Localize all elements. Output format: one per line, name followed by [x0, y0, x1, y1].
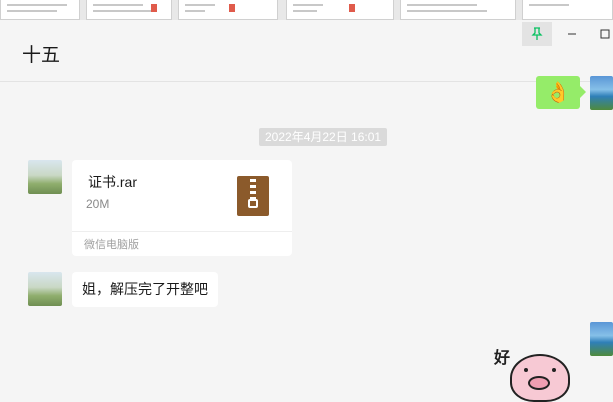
message-timestamp: 2022年4月22日 16:01	[259, 128, 388, 146]
pig-icon	[510, 354, 570, 402]
my-avatar[interactable]	[590, 322, 613, 356]
maximize-icon	[600, 29, 610, 39]
file-size: 20M	[86, 197, 110, 211]
window-thumbnail[interactable]	[286, 0, 394, 20]
window-thumbnail[interactable]	[522, 0, 613, 20]
ok-hand-icon: 👌	[545, 82, 571, 104]
file-message-card[interactable]: 证书.rar 20M 微信电脑版	[72, 160, 292, 256]
pin-button[interactable]	[522, 22, 552, 46]
my-avatar[interactable]	[590, 76, 613, 110]
contact-avatar[interactable]	[28, 160, 62, 194]
maximize-button[interactable]	[590, 22, 613, 46]
file-name: 证书.rar	[88, 174, 137, 190]
minimize-icon	[568, 33, 576, 35]
file-source-label: 微信电脑版	[84, 239, 139, 251]
zip-file-icon	[237, 176, 269, 216]
window-thumbnail[interactable]	[400, 0, 516, 20]
my-sticker-pig[interactable]: 好	[494, 340, 574, 402]
my-sticker-ok[interactable]: 👌	[536, 76, 586, 109]
window-thumbnail[interactable]	[178, 0, 278, 20]
window-thumbnail[interactable]	[0, 0, 80, 20]
text-message[interactable]: 姐，解压完了开整吧	[72, 272, 218, 307]
minimize-button[interactable]	[557, 22, 587, 46]
chat-title: 十五	[22, 45, 61, 66]
chat-header: 十五	[0, 20, 613, 82]
pin-icon	[531, 27, 543, 40]
window-thumbnail-strip	[0, 0, 613, 20]
contact-avatar[interactable]	[28, 272, 62, 306]
sticker-text: 好	[494, 350, 511, 367]
divider	[72, 231, 292, 232]
window-thumbnail[interactable]	[86, 0, 172, 20]
